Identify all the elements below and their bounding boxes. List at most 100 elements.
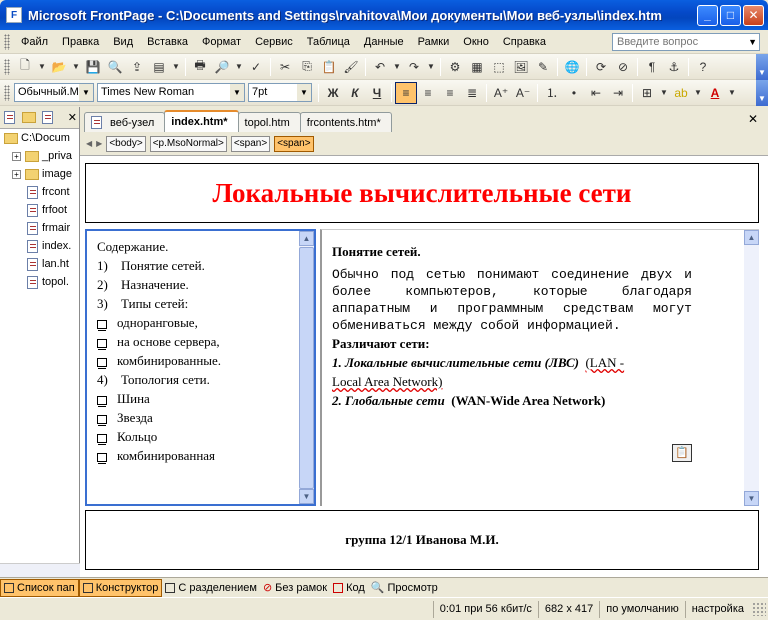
toolbar-grip[interactable] xyxy=(4,58,10,75)
main-frame[interactable]: Понятие сетей. Обычно под сетью понимают… xyxy=(320,229,759,506)
copy-icon[interactable]: ⎘ xyxy=(296,56,318,78)
menu-format[interactable]: Формат xyxy=(195,32,248,52)
menu-window[interactable]: Окно xyxy=(456,32,496,52)
increase-indent-icon[interactable]: ⇥ xyxy=(607,82,629,104)
tab-frcontents[interactable]: frcontents.htm* xyxy=(299,112,392,132)
menu-file[interactable]: Файл xyxy=(14,32,55,52)
menu-table[interactable]: Таблица xyxy=(300,32,357,52)
download-time[interactable]: 0:01 при 56 кбит/с xyxy=(432,600,538,618)
chevron-down-icon[interactable]: ▼ xyxy=(692,82,704,104)
layer-icon[interactable]: ⬚ xyxy=(488,56,510,78)
chevron-down-icon[interactable]: ▼ xyxy=(425,56,437,78)
menu-help[interactable]: Справка xyxy=(496,32,553,52)
tag-span[interactable]: <span> xyxy=(230,135,271,152)
stop-icon[interactable]: ⊘ xyxy=(612,56,634,78)
contents-frame[interactable]: Содержание. 1) Понятие сетей. 2) Назначение… xyxy=(85,229,316,506)
chevron-down-icon[interactable]: ▼ xyxy=(726,82,738,104)
open-folder-icon[interactable]: 📂 xyxy=(48,56,70,78)
chevron-down-icon[interactable]: ▼ xyxy=(658,82,670,104)
publish-icon[interactable]: ⇪ xyxy=(126,56,148,78)
undo-icon[interactable]: ↶ xyxy=(369,56,391,78)
tree-item-root[interactable]: C:\Docum xyxy=(0,129,79,147)
tab-website[interactable]: веб-узел xyxy=(84,112,166,132)
chevron-down-icon[interactable]: ▼ xyxy=(230,84,244,101)
no-frames-view-button[interactable]: ⊘ Без рамок xyxy=(260,579,330,597)
underline-button[interactable]: Ч xyxy=(366,82,388,104)
menu-tools[interactable]: Сервис xyxy=(248,32,300,52)
show-all-icon[interactable]: ¶ xyxy=(641,56,663,78)
chevron-down-icon[interactable]: ▼ xyxy=(79,84,93,101)
chevron-right-icon[interactable]: ▶ xyxy=(96,139,102,148)
font-select[interactable]: Times New Roman ▼ xyxy=(97,83,245,102)
align-center-icon[interactable]: ≡ xyxy=(417,82,439,104)
file-icon[interactable] xyxy=(42,111,53,124)
tag-span-selected[interactable]: <span> xyxy=(274,135,314,152)
spelling-icon[interactable]: ✓ xyxy=(245,56,267,78)
toolbar-options-icon[interactable]: ▼ xyxy=(756,80,768,106)
justify-icon[interactable]: ≣ xyxy=(461,82,483,104)
cut-icon[interactable]: ✂ xyxy=(274,56,296,78)
help-icon[interactable]: ? xyxy=(692,56,714,78)
close-window-button[interactable]: ✕ xyxy=(743,4,764,26)
vertical-scrollbar[interactable]: ▲ ▼ xyxy=(744,230,759,506)
toolbar-grip[interactable] xyxy=(4,84,10,101)
menu-frames[interactable]: Рамки xyxy=(411,32,457,52)
refresh-icon[interactable]: ⟳ xyxy=(590,56,612,78)
design-view-button[interactable]: Конструктор xyxy=(78,578,163,597)
scroll-down-icon[interactable]: ▼ xyxy=(744,491,759,506)
close-icon[interactable]: ✕ xyxy=(748,112,758,126)
drawing-icon[interactable]: ✎ xyxy=(532,56,554,78)
file-icon[interactable] xyxy=(4,111,15,124)
font-size-select[interactable]: 7pt ▼ xyxy=(248,83,312,102)
font-color-icon[interactable]: A xyxy=(704,82,726,104)
bold-button[interactable]: Ж xyxy=(322,82,344,104)
decrease-font-icon[interactable]: A⁻ xyxy=(512,82,534,104)
save-icon[interactable]: 💾 xyxy=(82,56,104,78)
scroll-up-icon[interactable]: ▲ xyxy=(744,230,759,245)
increase-font-icon[interactable]: A⁺ xyxy=(490,82,512,104)
chevron-left-icon[interactable]: ◀ xyxy=(86,139,92,148)
resize-grip-icon[interactable] xyxy=(752,602,766,616)
bulleted-list-icon[interactable]: • xyxy=(563,82,585,104)
align-left-icon[interactable]: ≡ xyxy=(395,81,417,104)
settings-link[interactable]: настройка xyxy=(684,600,750,618)
new-page-icon[interactable]: 🗋 xyxy=(14,56,36,78)
chevron-down-icon[interactable]: ▼ xyxy=(297,84,311,101)
vertical-scrollbar[interactable]: ▲ ▼ xyxy=(299,231,314,504)
format-painter-icon[interactable]: 🖌 xyxy=(340,56,362,78)
highlight-icon[interactable]: ab xyxy=(670,82,692,104)
borders-icon[interactable]: ⊞ xyxy=(636,82,658,104)
numbered-list-icon[interactable]: ⒈ xyxy=(541,82,563,104)
tab-index[interactable]: index.htm* xyxy=(164,110,239,132)
tree-item-file[interactable]: frmair xyxy=(0,219,79,237)
tree-item-images[interactable]: + image xyxy=(0,165,79,183)
code-view-button[interactable]: Код xyxy=(330,579,368,597)
toggle-pane-icon[interactable]: ▤ xyxy=(148,56,170,78)
insert-table-icon[interactable]: ▦ xyxy=(466,56,488,78)
align-right-icon[interactable]: ≡ xyxy=(439,82,461,104)
scrollbar-thumb[interactable] xyxy=(299,247,314,489)
toolbar-options-icon[interactable]: ▼ xyxy=(756,54,768,80)
frontpage-icon[interactable]: F xyxy=(6,7,22,23)
tree-item-file[interactable]: frfoot xyxy=(0,201,79,219)
folder-icon[interactable] xyxy=(22,112,36,123)
chevron-down-icon[interactable]: ▼ xyxy=(170,56,182,78)
design-view[interactable]: Локальные вычислительные сети Содержание… xyxy=(80,156,768,577)
tree-item-private[interactable]: + _priva xyxy=(0,147,79,165)
chevron-down-icon[interactable]: ▼ xyxy=(748,34,757,50)
chevron-down-icon[interactable]: ▼ xyxy=(70,56,82,78)
web-component-icon[interactable]: ⚙ xyxy=(444,56,466,78)
tree-item-file[interactable]: frcont xyxy=(0,183,79,201)
help-search-input[interactable]: Введите вопрос ▼ xyxy=(612,33,760,51)
tree-item-file[interactable]: lan.ht xyxy=(0,255,79,273)
redo-icon[interactable]: ↷ xyxy=(403,56,425,78)
tree-item-file[interactable]: index. xyxy=(0,237,79,255)
search-icon[interactable]: 🔍 xyxy=(104,56,126,78)
horizontal-scrollbar[interactable] xyxy=(0,563,80,577)
folder-list-view-button[interactable]: Список пап xyxy=(0,578,79,597)
insert-picture-icon[interactable]: 🖼 xyxy=(510,56,532,78)
compatibility-mode[interactable]: по умолчанию xyxy=(599,600,684,618)
footer-frame[interactable]: группа 12/1 Иванова М.И. xyxy=(85,510,759,570)
minimize-button[interactable]: _ xyxy=(697,4,718,26)
menu-data[interactable]: Данные xyxy=(357,32,411,52)
